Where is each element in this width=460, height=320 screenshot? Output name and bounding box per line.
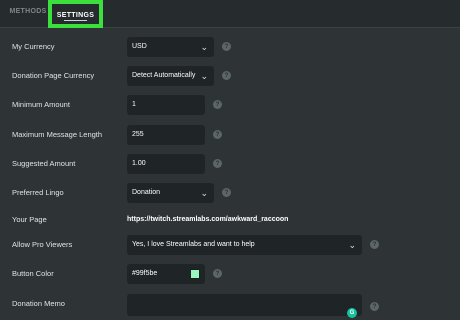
chevron-down-icon: ⌄ <box>200 188 208 198</box>
your-page-link[interactable]: https://twitch.streamlabs.com/awkward_ra… <box>127 210 288 230</box>
pro-viewers-select[interactable]: Yes, I love Streamlabs and want to help … <box>127 235 362 255</box>
help-icon[interactable]: ? <box>213 100 222 109</box>
setting-row-min-amount: Minimum Amount 1 ? <box>0 95 460 115</box>
min-amount-label: Minimum Amount <box>12 100 70 109</box>
color-swatch[interactable] <box>190 269 200 279</box>
pro-viewers-label: Allow Pro Viewers <box>12 240 73 249</box>
suggested-amount-label: Suggested Amount <box>12 159 76 168</box>
tab-bar: METHODS SETTINGS <box>0 0 460 28</box>
tab-settings[interactable]: SETTINGS <box>48 0 103 28</box>
tab-settings-label: SETTINGS <box>56 12 95 19</box>
page-currency-label: Donation Page Currency <box>12 71 95 80</box>
currency-select[interactable]: USD ⌄ <box>127 37 214 57</box>
lingo-label: Preferred Lingo <box>12 188 64 197</box>
lingo-value: Donation <box>132 189 161 196</box>
help-icon[interactable]: ? <box>222 188 231 197</box>
currency-label: My Currency <box>12 42 55 51</box>
active-tab-indicator <box>64 20 87 21</box>
lingo-select[interactable]: Donation ⌄ <box>127 183 214 203</box>
max-message-input[interactable]: 255 <box>127 125 205 145</box>
setting-row-pro-viewers: Allow Pro Viewers Yes, I love Streamlabs… <box>0 235 460 255</box>
currency-value: USD <box>132 43 147 50</box>
grammarly-icon[interactable]: G <box>347 308 357 318</box>
your-page-label: Your Page <box>12 215 47 224</box>
page-currency-select[interactable]: Detect Automatically ⌄ <box>127 66 214 86</box>
help-icon[interactable]: ? <box>370 240 379 249</box>
setting-row-currency: My Currency USD ⌄ ? <box>0 37 460 57</box>
setting-row-suggested-amount: Suggested Amount 1.00 ? <box>0 154 460 174</box>
setting-row-memo: Donation Memo G ? <box>0 294 460 318</box>
page-currency-value: Detect Automatically <box>132 72 196 79</box>
suggested-amount-input[interactable]: 1.00 <box>127 154 205 174</box>
min-amount-input[interactable]: 1 <box>127 95 205 115</box>
tab-methods[interactable]: METHODS <box>8 0 48 28</box>
pro-viewers-value: Yes, I love Streamlabs and want to help <box>132 241 255 248</box>
help-icon[interactable]: ? <box>370 302 379 311</box>
chevron-down-icon: ⌄ <box>200 71 208 81</box>
help-icon[interactable]: ? <box>213 159 222 168</box>
setting-row-lingo: Preferred Lingo Donation ⌄ ? <box>0 183 460 203</box>
help-icon[interactable]: ? <box>213 269 222 278</box>
help-icon[interactable]: ? <box>222 42 231 51</box>
setting-row-your-page: Your Page https://twitch.streamlabs.com/… <box>0 210 460 230</box>
memo-label: Donation Memo <box>12 299 65 308</box>
setting-row-button-color: Button Color #99f5be ? <box>0 264 460 284</box>
button-color-label: Button Color <box>12 269 54 278</box>
button-color-value: #99f5be <box>132 270 158 277</box>
setting-row-max-message: Maximum Message Length 255 ? <box>0 125 460 145</box>
memo-textarea[interactable]: G <box>127 294 362 318</box>
help-icon[interactable]: ? <box>213 130 222 139</box>
help-icon[interactable]: ? <box>222 71 231 80</box>
chevron-down-icon: ⌄ <box>200 42 208 52</box>
chevron-down-icon: ⌄ <box>348 240 356 250</box>
setting-row-page-currency: Donation Page Currency Detect Automatica… <box>0 66 460 86</box>
max-message-label: Maximum Message Length <box>12 130 103 139</box>
